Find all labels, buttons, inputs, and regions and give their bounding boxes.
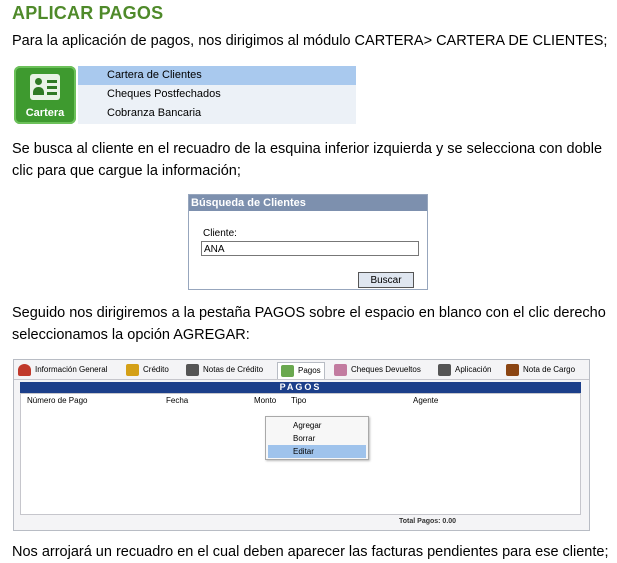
paragraph-5: seleccionamos la opción AGREGAR: xyxy=(12,327,250,343)
pen-icon xyxy=(438,363,451,376)
pagos-title-bar: PAGOS xyxy=(20,382,581,393)
tab-label: Cheques Devueltos xyxy=(351,365,421,374)
tab-credito[interactable]: Crédito xyxy=(126,362,169,378)
tab-cheques-devueltos[interactable]: Cheques Devueltos xyxy=(334,362,421,378)
context-menu-editar[interactable]: Editar xyxy=(268,445,366,458)
payments-grid[interactable]: Número de Pago Fecha Monto Tipo Agente A… xyxy=(20,393,581,515)
menu-item-cobranza-bancaria[interactable]: Cobranza Bancaria xyxy=(78,104,356,123)
id-card-icon xyxy=(30,74,60,100)
client-field-label: Cliente: xyxy=(203,228,237,239)
calendar-icon xyxy=(126,363,139,376)
column-header-tipo[interactable]: Tipo xyxy=(291,396,306,405)
context-menu-borrar[interactable]: Borrar xyxy=(268,432,366,445)
client-search-input[interactable]: ANA xyxy=(201,241,419,256)
context-menu: Agregar Borrar Editar xyxy=(265,416,369,460)
tab-nota-de-cargo[interactable]: Nota de Cargo xyxy=(506,362,575,378)
column-header-fecha[interactable]: Fecha xyxy=(166,396,188,405)
paragraph-3: clic para que cargue la información; xyxy=(12,163,241,179)
client-tabs-window: Información General Crédito Notas de Cré… xyxy=(13,359,590,531)
person-icon xyxy=(18,363,31,376)
pen-icon xyxy=(506,363,519,376)
tab-strip: Información General Crédito Notas de Cré… xyxy=(14,360,589,380)
module-menu: Cartera de Clientes Cheques Postfechados… xyxy=(78,66,356,124)
total-pagos: Total Pagos: 0.00 xyxy=(399,518,457,525)
paragraph-2: Se busca al cliente en el recuadro de la… xyxy=(12,141,603,157)
page-heading: APLICAR PAGOS xyxy=(12,3,164,23)
tab-label: Pagos xyxy=(298,366,321,375)
paragraph-6: Nos arrojará un recuadro en el cual debe… xyxy=(12,544,609,560)
client-search-panel: Búsqueda de Clientes Cliente: ANA Buscar xyxy=(188,194,428,290)
context-menu-agregar[interactable]: Agregar xyxy=(268,419,366,432)
paragraph-1: Para la aplicación de pagos, nos dirigim… xyxy=(12,33,608,49)
column-header-monto[interactable]: Monto xyxy=(254,396,276,405)
module-label: Cartera xyxy=(25,107,65,119)
tab-aplicacion[interactable]: Aplicación xyxy=(438,362,491,378)
cheque-icon xyxy=(334,363,347,376)
cartera-module-button[interactable]: Cartera xyxy=(14,66,76,124)
paragraph-4: Seguido nos dirigiremos a la pestaña PAG… xyxy=(12,305,606,321)
money-icon xyxy=(281,364,294,377)
search-button[interactable]: Buscar xyxy=(358,272,414,288)
menu-item-cheques-postfechados[interactable]: Cheques Postfechados xyxy=(78,85,356,104)
search-panel-title: Búsqueda de Clientes xyxy=(189,195,427,211)
column-header-agente[interactable]: Agente xyxy=(413,396,438,405)
tab-label: Información General xyxy=(35,365,108,374)
column-header-numero-pago[interactable]: Número de Pago xyxy=(27,396,87,405)
tab-informacion-general[interactable]: Información General xyxy=(18,362,107,378)
tab-label: Nota de Cargo xyxy=(523,365,576,374)
tab-pagos[interactable]: Pagos xyxy=(277,362,325,379)
tab-label: Notas de Crédito xyxy=(203,365,264,374)
menu-item-cartera-clientes[interactable]: Cartera de Clientes xyxy=(78,66,356,85)
tab-label: Crédito xyxy=(143,365,169,374)
tab-notas-de-credito[interactable]: Notas de Crédito xyxy=(186,362,263,378)
tab-label: Aplicación xyxy=(455,365,492,374)
pen-icon xyxy=(186,363,199,376)
